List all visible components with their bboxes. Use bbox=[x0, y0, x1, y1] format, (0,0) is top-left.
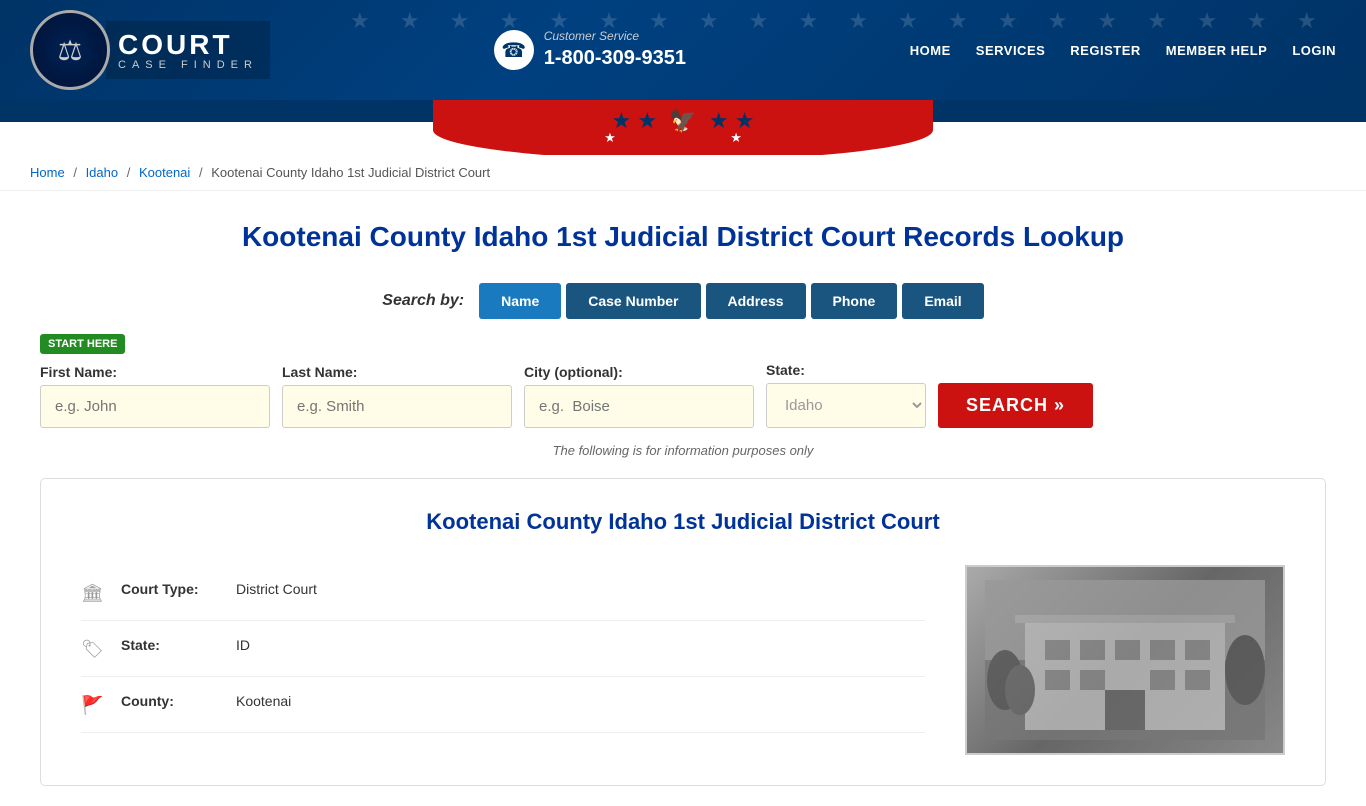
city-label: City (optional): bbox=[524, 364, 754, 380]
first-name-label: First Name: bbox=[40, 364, 270, 380]
info-details: 🏛 Court Type: District Court 🏷 State: ID… bbox=[81, 565, 925, 755]
cs-label: Customer Service bbox=[544, 29, 686, 45]
last-name-input[interactable] bbox=[282, 385, 512, 428]
detail-row-county: 🚩 County: Kootenai bbox=[81, 677, 925, 733]
first-name-group: First Name: bbox=[40, 364, 270, 428]
page-title: Kootenai County Idaho 1st Judicial Distr… bbox=[40, 221, 1326, 253]
start-here-badge: START HERE bbox=[40, 334, 125, 354]
patriotic-wave: ★ ★ 🦅 ★ ★ ★ ★ bbox=[0, 100, 1366, 155]
state-detail-label: State: bbox=[121, 637, 221, 653]
eagle-emblem: ★ ★ 🦅 ★ ★ bbox=[612, 108, 755, 134]
nav-services[interactable]: SERVICES bbox=[976, 43, 1046, 58]
search-form: First Name: Last Name: City (optional): … bbox=[40, 362, 1326, 428]
search-by-label: Search by: bbox=[382, 292, 464, 310]
logo-court-text: COURT bbox=[118, 29, 258, 61]
court-image bbox=[965, 565, 1285, 755]
city-input[interactable] bbox=[524, 385, 754, 428]
search-by-row: Search by: Name Case Number Address Phon… bbox=[40, 283, 1326, 319]
phone-icon: ☎ bbox=[494, 30, 534, 70]
city-group: City (optional): bbox=[524, 364, 754, 428]
tab-name[interactable]: Name bbox=[479, 283, 561, 319]
nav-member-help[interactable]: MEMBER HELP bbox=[1166, 43, 1268, 58]
info-card-title: Kootenai County Idaho 1st Judicial Distr… bbox=[81, 509, 1285, 535]
last-name-label: Last Name: bbox=[282, 364, 512, 380]
state-label: State: bbox=[766, 362, 926, 378]
breadcrumb-sep-3: / bbox=[199, 165, 203, 180]
logo-case-finder-text: CASE FINDER bbox=[118, 59, 258, 71]
customer-service: ☎ Customer Service 1-800-309-9351 bbox=[494, 29, 686, 71]
nav-login[interactable]: LOGIN bbox=[1292, 43, 1336, 58]
info-note: The following is for information purpose… bbox=[40, 443, 1326, 458]
main-nav: HOME SERVICES REGISTER MEMBER HELP LOGIN bbox=[910, 43, 1336, 58]
breadcrumb-home[interactable]: Home bbox=[30, 165, 65, 180]
county-value: Kootenai bbox=[236, 693, 291, 709]
last-name-group: Last Name: bbox=[282, 364, 512, 428]
state-detail-value: ID bbox=[236, 637, 250, 653]
nav-home[interactable]: HOME bbox=[910, 43, 951, 58]
logo-emblem: ⚖ bbox=[30, 10, 110, 90]
tab-case-number[interactable]: Case Number bbox=[566, 283, 700, 319]
court-type-label: Court Type: bbox=[121, 581, 221, 597]
logo[interactable]: ⚖ COURT CASE FINDER bbox=[30, 10, 270, 90]
court-type-icon: 🏛 bbox=[81, 583, 106, 604]
county-label: County: bbox=[121, 693, 221, 709]
tab-phone[interactable]: Phone bbox=[811, 283, 898, 319]
info-card: Kootenai County Idaho 1st Judicial Distr… bbox=[40, 478, 1326, 786]
search-button[interactable]: SEARCH » bbox=[938, 383, 1093, 428]
court-type-value: District Court bbox=[236, 581, 317, 597]
breadcrumb-state[interactable]: Idaho bbox=[86, 165, 119, 180]
state-group: State: Idaho Alabama Alaska Arizona Cali… bbox=[766, 362, 926, 428]
detail-row-court-type: 🏛 Court Type: District Court bbox=[81, 565, 925, 621]
tab-email[interactable]: Email bbox=[902, 283, 983, 319]
cs-phone: 1-800-309-9351 bbox=[544, 45, 686, 71]
breadcrumb-current: Kootenai County Idaho 1st Judicial Distr… bbox=[211, 165, 490, 180]
first-name-input[interactable] bbox=[40, 385, 270, 428]
state-select[interactable]: Idaho Alabama Alaska Arizona California … bbox=[766, 383, 926, 428]
state-icon: 🏷 bbox=[81, 639, 106, 660]
breadcrumb-sep-1: / bbox=[73, 165, 77, 180]
breadcrumb: Home / Idaho / Kootenai / Kootenai Count… bbox=[0, 155, 1366, 191]
nav-register[interactable]: REGISTER bbox=[1070, 43, 1140, 58]
tab-address[interactable]: Address bbox=[706, 283, 806, 319]
breadcrumb-county[interactable]: Kootenai bbox=[139, 165, 190, 180]
county-icon: 🚩 bbox=[81, 695, 106, 716]
breadcrumb-sep-2: / bbox=[127, 165, 131, 180]
detail-row-state: 🏷 State: ID bbox=[81, 621, 925, 677]
